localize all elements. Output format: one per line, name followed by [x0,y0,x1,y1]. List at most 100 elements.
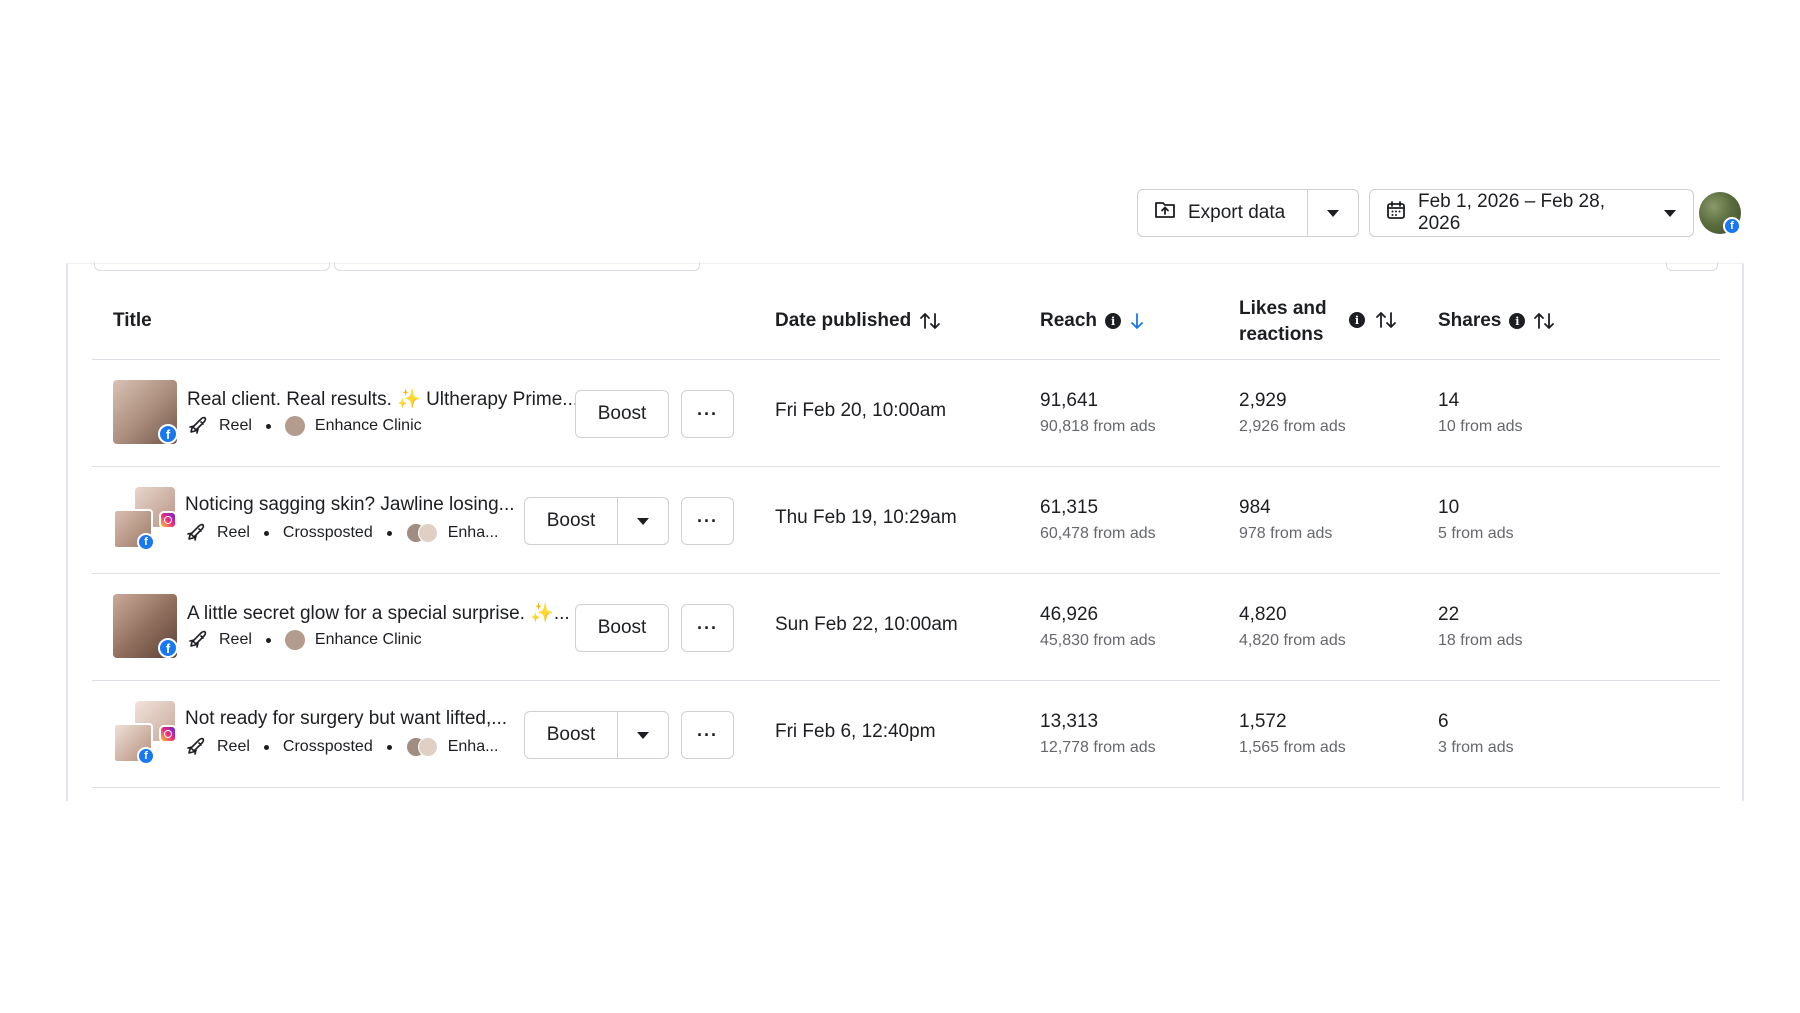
caret-down-icon [637,517,649,525]
page-avatar [284,416,305,436]
caret-down-icon [1327,209,1339,217]
page-name: Enhance Clinic [314,631,422,648]
table-row[interactable]: f Noticing sagging skin? Jawline losing.… [92,467,1720,574]
facebook-icon: f [137,533,155,551]
export-options-dropdown[interactable] [1308,190,1358,236]
post-meta: Reel Enhance Clinic [187,630,422,650]
shares-cell: 14 10 from ads [1438,390,1523,435]
info-icon[interactable]: i [1105,313,1122,329]
boost-button[interactable]: Boost [525,712,618,758]
page-avatar [405,737,438,757]
shares-cell: 63 from ads [1438,711,1514,756]
instagram-icon [159,725,177,743]
post-type: Reel [219,631,252,648]
boost-options-dropdown[interactable] [618,731,668,740]
filter-tab-stub[interactable] [334,262,700,271]
separator-dot [386,530,392,536]
post-title[interactable]: A little secret glow for a special surpr… [187,601,587,625]
sort-icon[interactable] [1375,310,1397,330]
likes-cell: 1,572 1,565 from ads [1239,711,1346,756]
separator-dot [263,530,269,536]
page-name: Enha... [447,738,499,755]
crossposted-label: Crossposted [282,524,373,541]
column-header-title: Title [113,310,152,331]
reach-cell: 61,315 60,478 from ads [1040,497,1156,542]
date-range-picker[interactable]: Feb 1, 2026 – Feb 28, 2026 [1369,189,1694,237]
page-avatar [284,630,305,650]
shares-cell: 22 18 from ads [1438,604,1523,649]
reach-cell: 46,926 45,830 from ads [1040,604,1156,649]
export-icon [1154,200,1176,226]
sort-icon[interactable] [919,311,941,331]
export-data-group: Export data [1137,189,1359,237]
facebook-icon: f [158,638,178,658]
boost-split-button: Boost [524,711,669,759]
column-header-date-published[interactable]: Date published [775,310,941,332]
crossposted-label: Crossposted [282,738,373,755]
separator-dot [265,637,271,643]
post-type: Reel [219,417,252,434]
table-header: Title Date published Reach i Likes and r… [92,290,1720,360]
likes-cell: 4,820 4,820 from ads [1239,604,1346,649]
column-header-likes[interactable]: Likes and reactions [1239,296,1339,348]
column-header-reach[interactable]: Reach i [1040,310,1145,332]
date-published: Fri Feb 6, 12:40pm [775,721,936,742]
date-published: Fri Feb 20, 10:00am [775,400,947,421]
more-options-button[interactable]: ··· [681,604,734,652]
post-thumbnail[interactable]: f [113,701,177,765]
table-row[interactable]: f Real client. Real results. ✨ Ultherapy… [92,360,1720,467]
more-options-button[interactable]: ··· [681,390,734,438]
caret-down-icon [1663,209,1677,218]
post-title[interactable]: Not ready for surgery but want lifted,..… [185,708,525,730]
facebook-icon: f [137,747,155,765]
likes-header-icons: i [1349,310,1397,330]
boost-button[interactable]: Boost [575,390,669,438]
boost-button[interactable]: Boost [575,604,669,652]
post-meta: Reel Crossposted Enha... [185,737,498,757]
likes-cell: 984 978 from ads [1239,497,1333,542]
date-range-label: Feb 1, 2026 – Feb 28, 2026 [1418,191,1605,234]
page-name: Enhance Clinic [314,417,422,434]
date-published: Thu Feb 19, 10:29am [775,507,957,528]
page-avatar [405,523,438,543]
table-row[interactable]: f A little secret glow for a special sur… [92,574,1720,681]
shares-cell: 10 5 from ads [1438,497,1514,542]
separator-dot [263,744,269,750]
reel-icon [187,737,205,755]
post-title[interactable]: Noticing sagging skin? Jawline losing... [185,494,525,516]
boost-button[interactable]: Boost [525,498,618,544]
post-title[interactable]: Real client. Real results. ✨ Ultherapy P… [187,387,587,411]
reach-cell: 13,313 12,778 from ads [1040,711,1156,756]
facebook-icon: f [1723,217,1741,235]
reach-cell: 91,641 90,818 from ads [1040,390,1156,435]
post-meta: Reel Enhance Clinic [187,416,422,436]
instagram-icon [159,511,177,529]
settings-button-stub[interactable] [1666,262,1718,271]
facebook-icon: f [158,424,178,444]
export-data-button[interactable]: Export data [1138,190,1308,236]
export-data-label: Export data [1188,202,1286,223]
post-thumbnail[interactable]: f [113,487,177,551]
post-meta: Reel Crossposted Enha... [185,523,498,543]
column-header-shares[interactable]: Shares i [1438,310,1555,332]
likes-cell: 2,929 2,926 from ads [1239,390,1346,435]
sort-descending-icon[interactable] [1129,311,1145,331]
caret-down-icon [637,731,649,739]
sort-icon[interactable] [1533,311,1555,331]
filter-tab-stub[interactable] [94,262,330,271]
reel-icon [187,523,205,541]
info-icon[interactable]: i [1349,312,1365,328]
date-published: Sun Feb 22, 10:00am [775,614,958,635]
more-options-button[interactable]: ··· [681,711,734,759]
boost-split-button: Boost [524,497,669,545]
boost-options-dropdown[interactable] [618,517,668,526]
info-icon[interactable]: i [1509,313,1526,329]
reel-icon [189,630,207,648]
table-row[interactable]: f Not ready for surgery but want lifted,… [92,681,1720,788]
reel-icon [189,416,207,434]
post-type: Reel [217,524,250,541]
page-name: Enha... [447,524,499,541]
separator-dot [265,423,271,429]
more-options-button[interactable]: ··· [681,497,734,545]
post-type: Reel [217,738,250,755]
